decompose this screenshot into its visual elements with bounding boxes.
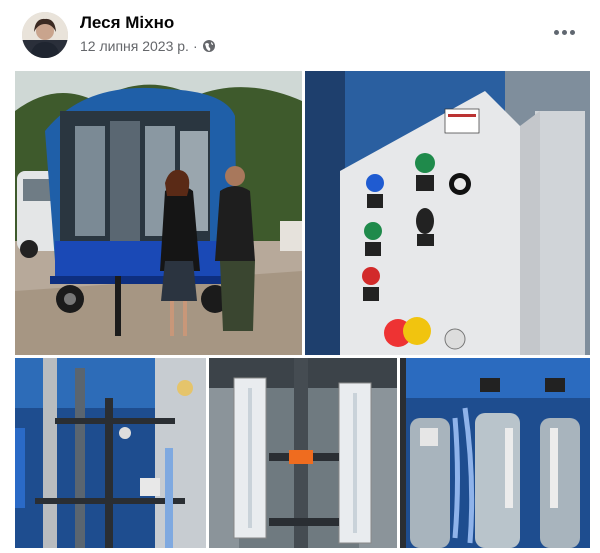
post-meta: 12 липня 2023 р. · bbox=[80, 38, 216, 54]
photo-tanks[interactable] bbox=[400, 358, 590, 548]
more-options-icon[interactable] bbox=[550, 22, 578, 42]
globe-icon bbox=[202, 40, 215, 52]
photo-flowmeters[interactable] bbox=[209, 358, 397, 548]
post-date[interactable]: 12 липня 2023 р. bbox=[80, 38, 189, 54]
author-name[interactable]: Леся Міхно bbox=[80, 13, 174, 33]
photo-pipes[interactable] bbox=[15, 358, 206, 548]
meta-separator: · bbox=[192, 38, 198, 54]
photo-trailer[interactable] bbox=[15, 71, 302, 355]
photo-control-panel[interactable] bbox=[305, 71, 590, 355]
avatar-image bbox=[22, 12, 68, 58]
post-header: Леся Міхно 12 липня 2023 р. · bbox=[0, 0, 600, 68]
avatar[interactable] bbox=[22, 12, 68, 58]
